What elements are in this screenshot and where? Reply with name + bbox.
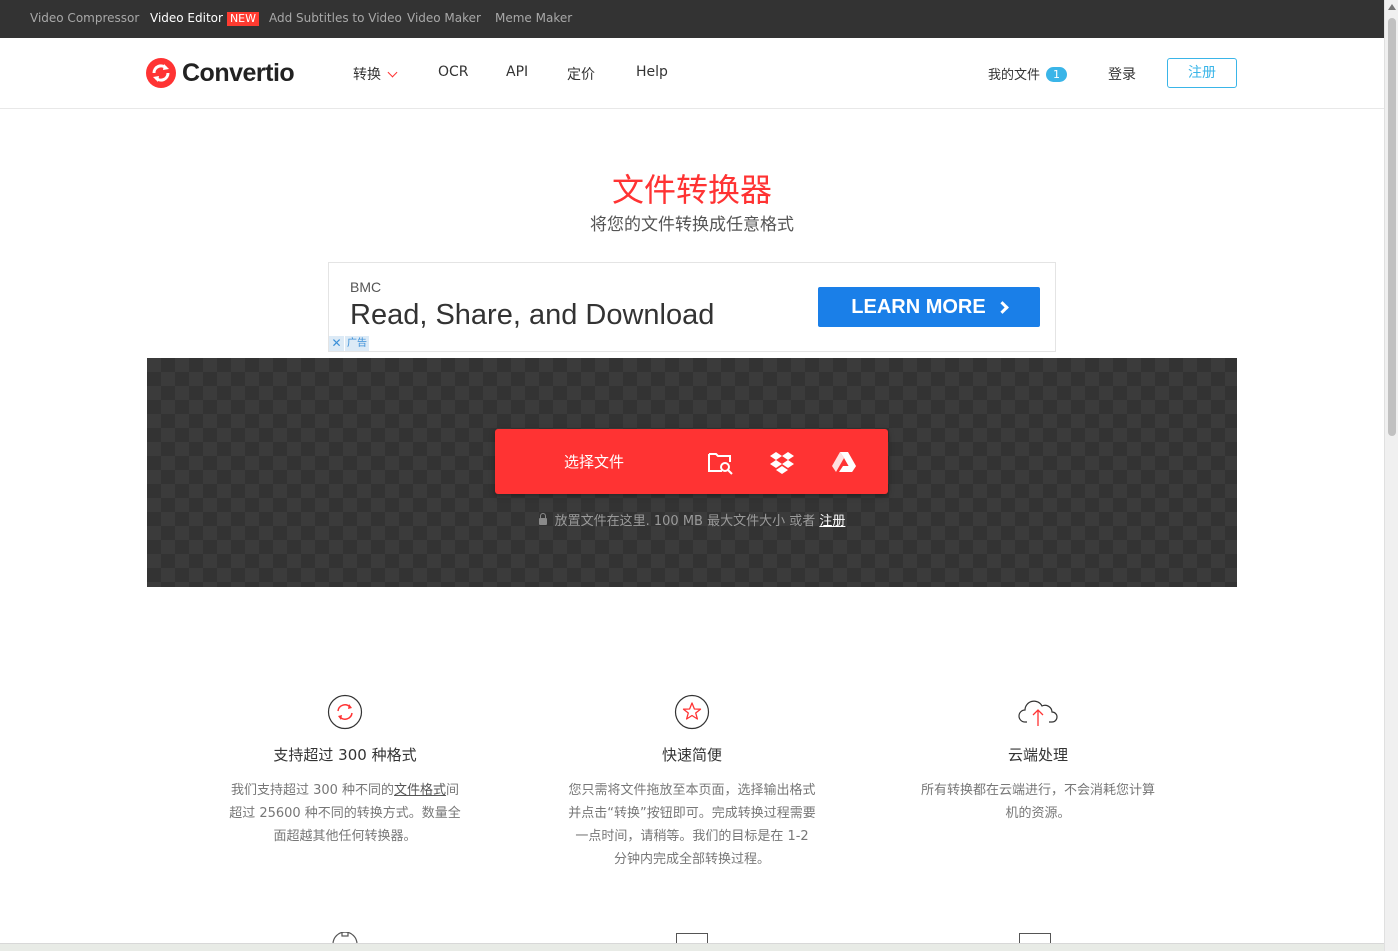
logo[interactable]: Convertio [146, 57, 295, 89]
feature-fast: 快速简便 您只需将文件拖放至本页面，选择输出格式并点击“转换”按钮即可。完成转换… [562, 694, 822, 871]
star-icon [674, 694, 710, 730]
nav-convert-label: 转换 [353, 67, 381, 83]
topbar-link-meme-maker[interactable]: Meme Maker [495, 11, 572, 25]
feature-title: 快速简便 [661, 746, 722, 764]
bottom-strip [0, 943, 1384, 951]
topbar-link-video-maker[interactable]: Video Maker [407, 11, 481, 25]
upload-note-text: 放置文件在这里. 100 MB 最大文件大小 或者 [554, 514, 816, 529]
vertical-scrollbar[interactable] [1384, 0, 1398, 951]
feature-text: 我们支持超过 300 种不同的文件格式间超过 25600 种不同的转换方式。数量… [215, 779, 475, 848]
upload-note: 放置文件在这里. 100 MB 最大文件大小 或者 注册 [147, 510, 1237, 529]
ad-tag: ✕ 广告 [329, 336, 369, 351]
feature-cloud: 云端处理 所有转换都在云端进行，不会消耗您计算机的资源。 [908, 694, 1168, 825]
new-badge: NEW [226, 12, 260, 26]
chevron-down-icon [387, 67, 398, 78]
top-promo-bar: Video Compressor Video Editor NEW Add Sub… [0, 0, 1384, 38]
topbar-link-add-subtitles[interactable]: Add Subtitles to Video [269, 11, 402, 25]
feature-title: 云端处理 [1007, 746, 1068, 764]
topbar-link-video-editor[interactable]: Video Editor NEW [150, 11, 260, 26]
nav-pricing[interactable]: 定价 [567, 64, 595, 84]
google-drive-icon[interactable] [831, 449, 857, 475]
choose-files-button[interactable]: 选择文件 [495, 429, 888, 494]
feature-text-part: 我们支持超过 300 种不同的 [230, 783, 395, 798]
ad-headline: Read, Share, and Download [350, 299, 715, 331]
my-files-label: 我的文件 [988, 68, 1041, 83]
nav-ocr[interactable]: OCR [438, 64, 469, 80]
my-files-link[interactable]: 我的文件 1 [988, 64, 1068, 83]
ad-learn-more-button[interactable]: LEARN MORE [818, 287, 1040, 327]
ad-brand: BMC [350, 279, 382, 295]
ad-label: 广告 [345, 336, 369, 351]
nav-convert[interactable]: 转换 [353, 64, 398, 84]
ad-close-icon[interactable]: ✕ [329, 336, 344, 351]
choose-files-label: 选择文件 [564, 453, 625, 471]
upload-signup-link[interactable]: 注册 [819, 514, 845, 529]
feature-text: 您只需将文件拖放至本页面，选择输出格式并点击“转换”按钮即可。完成转换过程需要一… [568, 783, 816, 867]
feature-title: 支持超过 300 种格式 [273, 746, 417, 764]
dropbox-icon[interactable] [769, 449, 795, 475]
chevron-right-icon [995, 300, 1009, 314]
topbar-link-video-compressor[interactable]: Video Compressor [30, 11, 139, 25]
files-count-badge: 1 [1046, 67, 1068, 82]
nav-api[interactable]: API [506, 64, 528, 80]
feature-text: 所有转换都在云端进行，不会消耗您计算机的资源。 [920, 783, 1155, 821]
ad-cta-label: LEARN MORE [851, 295, 986, 318]
folder-search-icon[interactable] [707, 449, 733, 475]
scroll-up-arrow-icon[interactable] [1388, 4, 1396, 10]
page-subtitle: 将您的文件转换成任意格式 [590, 215, 794, 235]
login-link[interactable]: 登录 [1108, 64, 1136, 84]
topbar-link-label: Video Editor [150, 11, 223, 25]
feature-formats: 支持超过 300 种格式 我们支持超过 300 种不同的文件格式间超过 2560… [215, 694, 475, 848]
logo-text: Convertio [182, 58, 295, 87]
file-formats-link[interactable]: 文件格式 [394, 783, 446, 798]
scrollbar-thumb[interactable] [1388, 18, 1396, 436]
convertio-logo-icon [146, 58, 176, 88]
lock-icon [538, 513, 547, 525]
cloud-upload-icon [1018, 700, 1058, 726]
main-header: Convertio 转换 OCR API 定价 Help 我的文件 1 登录 注册 [0, 38, 1384, 109]
signup-button[interactable]: 注册 [1167, 58, 1237, 88]
upload-dropzone[interactable]: 选择文件 放置文件在这里. 100 MB 最大文件大小 或者 注册 [147, 358, 1237, 587]
page-title: 文件转换器 [611, 171, 772, 209]
ad-banner[interactable]: BMC Read, Share, and Download LEARN MORE… [328, 262, 1056, 352]
refresh-icon [327, 694, 363, 730]
nav-help[interactable]: Help [636, 64, 668, 80]
